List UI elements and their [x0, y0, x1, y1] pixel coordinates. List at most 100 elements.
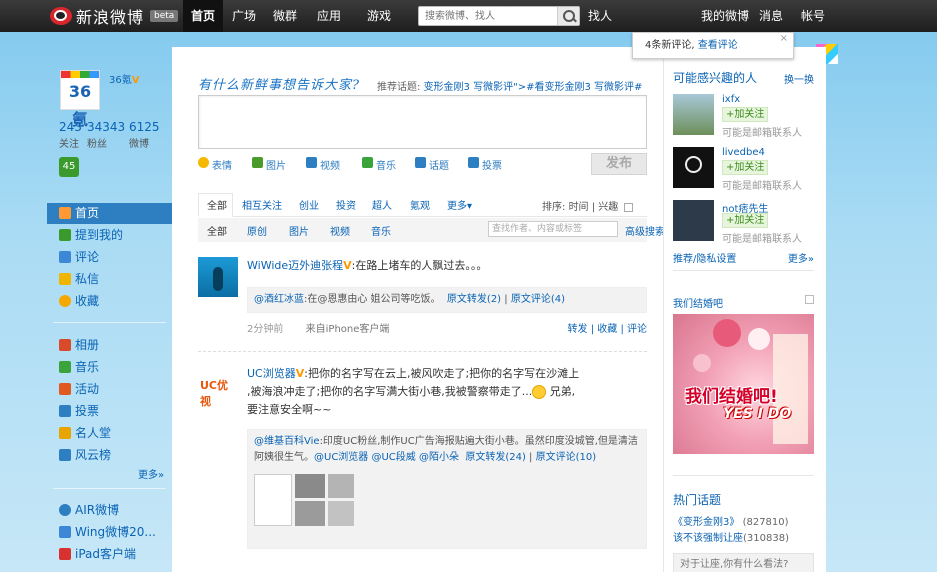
view-comments-link[interactable]: 查看评论 [698, 40, 738, 51]
nav-games[interactable]: 游戏 [357, 0, 401, 32]
type-tab-video[interactable]: 视频 [330, 223, 350, 238]
sidebar-item-mentions[interactable]: 提到我的 [47, 225, 172, 246]
quote-comment-link[interactable]: 原文评论(10) [536, 452, 597, 463]
author-name[interactable]: WiWide迈外迪张程 [247, 259, 343, 272]
hot-topic-item[interactable]: 该不该强制让座(310838) [673, 529, 789, 544]
topic-question-input[interactable]: 对于让座,你有什么看法? [673, 553, 814, 572]
type-tab-original[interactable]: 原创 [247, 223, 267, 238]
tab-mutual[interactable]: 相互关注 [242, 197, 282, 212]
avatar[interactable]: 36氪 [60, 70, 100, 129]
weibo-logo[interactable]: 新浪微博 beta [50, 5, 179, 27]
avatar[interactable] [673, 200, 714, 241]
sort-by-interest[interactable]: 兴趣 [598, 202, 618, 213]
search-icon[interactable] [557, 7, 579, 25]
video-tool[interactable]: 视频 [306, 157, 340, 172]
sidebar-item-comments[interactable]: 评论 [47, 247, 172, 268]
tab-invest[interactable]: 投资 [336, 197, 356, 212]
recommended-topic-link[interactable]: 变形金刚3 写微影评">#看变形金刚3 写微影评# [424, 82, 643, 93]
main-column: 有什么新鲜事想告诉大家? 推荐话题: 变形金刚3 写微影评">#看变形金刚3 写… [172, 47, 665, 572]
search-box [418, 6, 580, 26]
follow-button[interactable]: +加关注 [722, 160, 769, 175]
post-time[interactable]: 2分钟前 [247, 324, 283, 335]
nav-apps[interactable]: 应用 [309, 0, 349, 32]
advanced-search-link[interactable]: 高级搜索 [625, 223, 665, 238]
quote-repost-link[interactable]: 原文转发(24) [465, 452, 526, 463]
quote-repost-link[interactable]: 原文转发(2) [447, 294, 501, 305]
type-tab-all[interactable]: 全部 [207, 223, 227, 238]
smiley-icon [532, 385, 547, 399]
nav-home[interactable]: 首页 [183, 0, 223, 32]
type-tab-music[interactable]: 音乐 [371, 223, 391, 238]
posts-stat[interactable]: 6125 微博 [129, 120, 160, 150]
collapse-icon[interactable] [624, 202, 634, 212]
comment-icon [59, 251, 71, 263]
sort-by-time[interactable]: 时间 [569, 202, 589, 213]
suggested-user: ixfx +加关注 可能是邮箱联系人 [673, 94, 823, 139]
profile-name[interactable]: 36氪V [109, 71, 139, 86]
sidebar-item-messages[interactable]: 私信 [47, 269, 172, 290]
recommend-privacy-settings-link[interactable]: 推荐/隐私设置 [673, 250, 736, 265]
recommended-topics: 推荐话题: 变形金刚3 写微影评">#看变形金刚3 写微影评# [377, 82, 643, 93]
my-weibo-link[interactable]: 我的微博 [699, 0, 751, 32]
avatar[interactable]: UC优视 [198, 365, 238, 408]
sidebar-item-ipad-client[interactable]: iPad客户端 [47, 544, 172, 565]
quoted-author[interactable]: @酒红冰蓝 [254, 294, 304, 305]
weibo-eye-icon [50, 7, 72, 25]
publish-button[interactable]: 发布 [591, 153, 647, 175]
avatar[interactable] [673, 94, 714, 135]
messages-link[interactable]: 消息 [757, 0, 785, 32]
refresh-suggestions-link[interactable]: 换一换 [784, 71, 814, 86]
follow-button[interactable]: +加关注 [722, 213, 769, 228]
find-people-link[interactable]: 找人 [585, 0, 615, 32]
sidebar-item-hall-of-fame[interactable]: 名人堂 [47, 423, 172, 444]
author-name[interactable]: UC浏览器 [247, 367, 296, 380]
sidebar-item-album[interactable]: 相册 [47, 335, 172, 356]
quote-mentions[interactable]: @UC浏览器 @UC段威 @陌小朵 [314, 452, 459, 463]
nav-square[interactable]: 广场 [225, 0, 263, 32]
suggested-user-name[interactable]: ixfx [722, 94, 740, 105]
post-actions[interactable]: 转发 | 收藏 | 评论 [568, 321, 647, 339]
sidebar-item-events[interactable]: 活动 [47, 379, 172, 400]
tab-more[interactable]: 更多▾ [447, 197, 472, 212]
account-link[interactable]: 帐号 [799, 0, 827, 32]
followers-stat[interactable]: 34343 粉丝 [87, 120, 125, 150]
ad-title[interactable]: 我们结婚吧 [673, 295, 723, 310]
sidebar-item-vote[interactable]: 投票 [47, 401, 172, 422]
topic-tool[interactable]: 话题 [415, 157, 449, 172]
rankings-icon [59, 449, 71, 461]
quote-comment-link[interactable]: 原文评论(4) [511, 294, 565, 305]
level-badge[interactable]: 45 [59, 157, 79, 177]
suggested-user-name[interactable]: livedbe4 [722, 147, 765, 158]
music-tool[interactable]: 音乐 [362, 157, 396, 172]
avatar[interactable] [198, 257, 238, 297]
sidebar-item-air-weibo[interactable]: AIR微博 [47, 500, 172, 521]
tab-all[interactable]: 全部 [207, 197, 227, 212]
avatar[interactable] [673, 147, 714, 188]
type-tab-images[interactable]: 图片 [289, 223, 309, 238]
tab-superman[interactable]: 超人 [372, 197, 392, 212]
vote-tool[interactable]: 投票 [468, 157, 502, 172]
close-icon[interactable]: × [780, 33, 788, 45]
more-suggestions-link[interactable]: 更多» [788, 250, 814, 265]
quote-thumbnail[interactable] [254, 474, 354, 526]
sidebar-item-music[interactable]: 音乐 [47, 357, 172, 378]
follow-button[interactable]: +加关注 [722, 107, 769, 122]
sidebar-item-home[interactable]: 首页 [47, 203, 172, 224]
nav-groups[interactable]: 微群 [265, 0, 305, 32]
tab-keguan[interactable]: 氪观 [410, 197, 430, 212]
quoted-author[interactable]: @维基百科Vie [254, 436, 320, 447]
tab-startup[interactable]: 创业 [299, 197, 319, 212]
image-tool[interactable]: 图片 [252, 157, 286, 172]
hot-topic-item[interactable]: 《变形金刚3》 (827810) [673, 513, 789, 528]
ad-banner[interactable]: 我们结婚吧! YES I DO [673, 314, 814, 454]
compose-textarea[interactable] [198, 95, 647, 149]
sidebar-item-favorites[interactable]: 收藏 [47, 291, 172, 312]
sidebar-item-rankings[interactable]: 风云榜 [47, 445, 172, 466]
search-input[interactable] [419, 7, 557, 25]
feed-filter-input[interactable]: 查找作者、内容或标签 [488, 221, 618, 237]
sidebar-item-wing-weibo[interactable]: Wing微博20... [47, 522, 172, 543]
following-stat[interactable]: 243 关注 [59, 120, 82, 150]
close-ad-icon[interactable] [805, 295, 814, 304]
sidebar-more-link[interactable]: 更多» [138, 466, 164, 481]
emoji-tool[interactable]: 表情 [198, 157, 232, 172]
